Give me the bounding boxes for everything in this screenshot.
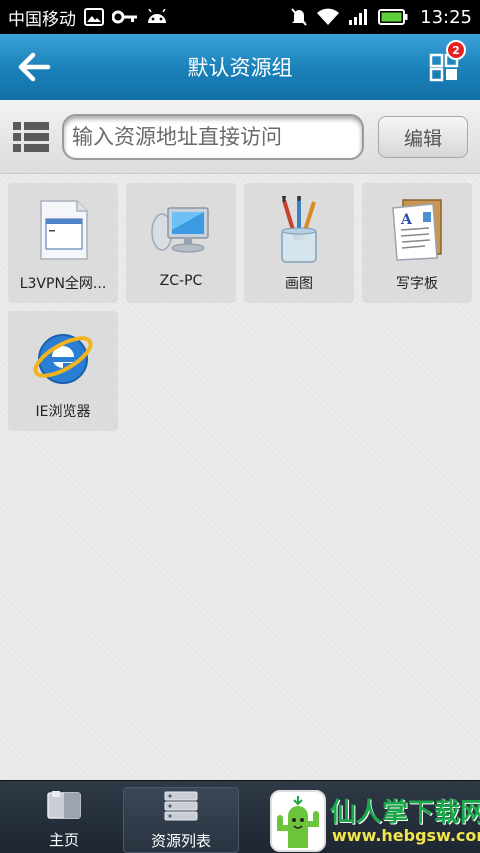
resource-tile[interactable]: IE浏览器 [8, 311, 118, 431]
resource-tile-label: L3VPN全网... [19, 276, 107, 292]
search-row: 编辑 [0, 100, 480, 174]
resource-address-input[interactable] [72, 125, 354, 149]
resource-address-field[interactable] [62, 114, 364, 160]
resource-tile[interactable]: L3VPN全网... [8, 183, 118, 303]
server-list-icon [164, 788, 198, 824]
status-bar: 中国移动 13:25 [0, 0, 480, 34]
nav-tab-label: 主页 [48, 831, 79, 849]
svg-text:A: A [400, 212, 413, 228]
nav-tab-home[interactable]: 主页 [6, 787, 122, 853]
battery-icon [378, 9, 408, 25]
resource-tile[interactable]: ZC-PC [126, 183, 236, 303]
title-bar: 默认资源组 2 [0, 34, 480, 100]
resource-grid: L3VPN全网... ZC-PC 画图 A 写字板 IE浏览器 [0, 175, 480, 780]
nav-tab-label: 资源列表 [150, 832, 211, 850]
resource-tile-label: IE浏览器 [35, 404, 91, 420]
nav-tab-resource-list[interactable]: 资源列表 [123, 787, 239, 853]
wifi-icon [316, 8, 340, 26]
watermark: 仙人掌下载网 www.hebgsw.com [262, 786, 480, 853]
page-title: 默认资源组 [187, 56, 293, 80]
back-button[interactable] [12, 47, 56, 87]
app-window-icon [28, 195, 98, 265]
cactus-logo-icon [270, 790, 326, 852]
notification-badge: 2 [446, 40, 466, 60]
resource-tile[interactable]: 画图 [244, 183, 354, 303]
paint-brushes-icon [264, 195, 334, 265]
arrow-left-icon [18, 52, 51, 82]
list-view-icon [13, 122, 49, 152]
image-icon [84, 8, 104, 26]
carrier-label: 中国移动 [8, 9, 76, 30]
list-view-button[interactable] [12, 120, 50, 154]
home-book-icon [46, 787, 82, 823]
watermark-title: 仙人掌下载网 [330, 798, 480, 828]
signal-icon [348, 8, 370, 26]
wordpad-icon: A [382, 195, 452, 265]
computer-icon [146, 195, 216, 265]
resource-tile-label: 写字板 [396, 276, 438, 292]
key-icon [112, 10, 138, 24]
resource-tile[interactable]: A 写字板 [362, 183, 472, 303]
edit-button[interactable]: 编辑 [378, 116, 468, 158]
ie-browser-icon [28, 323, 98, 393]
android-icon [146, 9, 168, 25]
resource-tile-label: ZC-PC [159, 273, 203, 289]
resource-tile-label: 画图 [285, 276, 313, 292]
clock: 13:25 [420, 6, 472, 28]
watermark-url: www.hebgsw.com [332, 826, 480, 845]
mute-icon [290, 7, 308, 27]
